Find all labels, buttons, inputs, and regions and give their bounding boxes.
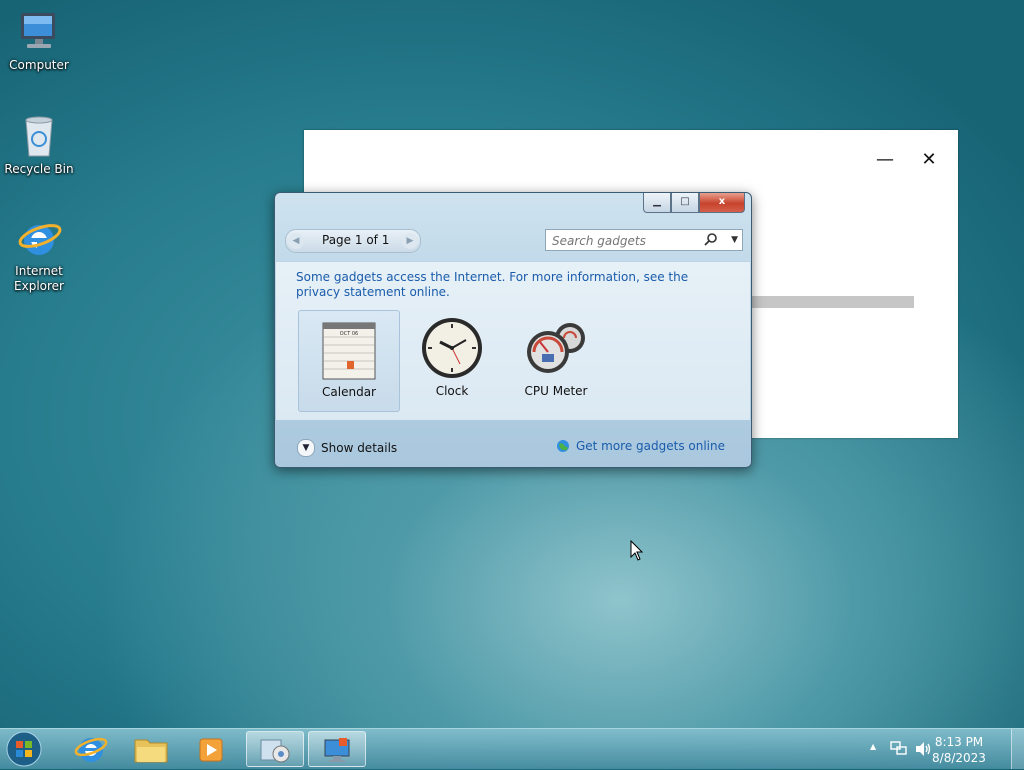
tray-overflow-button[interactable]: ▲ [870,742,876,751]
clock-icon [420,316,484,380]
gadget-name: CPU Meter [524,384,588,398]
previous-page-button[interactable]: ◀ [288,233,304,249]
calendar-month-text: OCT 06 [340,331,358,337]
search-dropdown-button[interactable]: ▼ [731,232,738,248]
minimize-button[interactable]: — [874,150,896,170]
close-button[interactable]: x [699,193,745,213]
internet-explorer-icon [15,214,63,262]
gadget-clock[interactable]: Clock [402,310,502,410]
windows-logo-icon [6,731,42,767]
desktop-icon-internet-explorer[interactable]: Internet Explorer [0,214,78,294]
gadget-cpu-meter[interactable]: CPU Meter [506,310,606,410]
taskbar-windows-explorer[interactable] [122,731,180,767]
get-more-gadgets-label: Get more gadgets online [575,439,725,453]
mouse-cursor-icon [630,540,644,561]
gadgets-window: ▁ □ x ◀ Page 1 of 1 ▶ ▼ Some gadgets acc… [274,192,752,468]
computer-icon [15,8,63,56]
media-player-icon [199,738,223,762]
next-page-button[interactable]: ▶ [402,233,418,249]
start-button[interactable] [4,731,48,767]
gadget-calendar[interactable]: OCT 06 Calendar [298,310,400,412]
show-desktop-button[interactable] [1011,729,1024,769]
show-details-label: Show details [321,441,398,455]
clock-date: 8/8/2023 [932,751,986,765]
caption-buttons: ▁ □ x [643,193,745,213]
close-button[interactable]: ✕ [918,150,940,170]
privacy-notice-link[interactable]: Some gadgets access the Internet. For mo… [296,270,716,300]
search-box: ▼ [545,229,743,251]
taskbar: ▲ 8:13 PM 8/8/2023 [0,728,1024,769]
desktop-icon-recycle-bin[interactable]: Recycle Bin [0,112,78,177]
search-input[interactable] [550,232,704,249]
minimize-button[interactable]: ▁ [643,193,671,213]
internet-explorer-icon [74,737,108,762]
globe-icon [556,440,569,452]
desktop-icon-computer[interactable]: Computer [0,8,78,73]
taskbar-internet-explorer[interactable] [62,731,120,767]
gadget-gallery: Some gadgets access the Internet. For mo… [276,261,750,420]
recycle-bin-icon [15,112,63,160]
search-icon[interactable] [704,232,718,246]
maximize-button[interactable]: □ [671,193,699,213]
taskbar-display-settings[interactable] [308,731,366,767]
desktop-icon-label: Recycle Bin [4,162,74,176]
gadget-name: Clock [435,384,469,398]
get-more-gadgets-link[interactable]: Get more gadgets online [556,439,725,453]
desktop-icon-label: Internet Explorer [14,264,64,293]
calendar-icon: OCT 06 [317,317,381,381]
page-navigator: ◀ Page 1 of 1 ▶ [285,229,421,253]
page-label: Page 1 of 1 [322,233,390,247]
clock-time: 8:13 PM [934,735,984,749]
folder-icon [134,739,168,763]
display-icon [324,738,350,762]
desktop-icon-label: Computer [9,58,69,72]
cpu-meter-icon [524,316,588,380]
gadgets-icon [260,739,290,763]
taskbar-media-player[interactable] [182,731,240,767]
chevron-down-icon: ▼ [297,439,315,457]
taskbar-gadgets[interactable] [246,731,304,767]
network-icon[interactable] [890,741,908,757]
gadget-name: Calendar [322,385,376,399]
show-details-toggle[interactable]: ▼ Show details [297,439,397,457]
taskbar-clock[interactable]: 8:13 PM 8/8/2023 [924,734,994,766]
gadgets-footer: ▼ Show details Get more gadgets online [275,427,751,467]
